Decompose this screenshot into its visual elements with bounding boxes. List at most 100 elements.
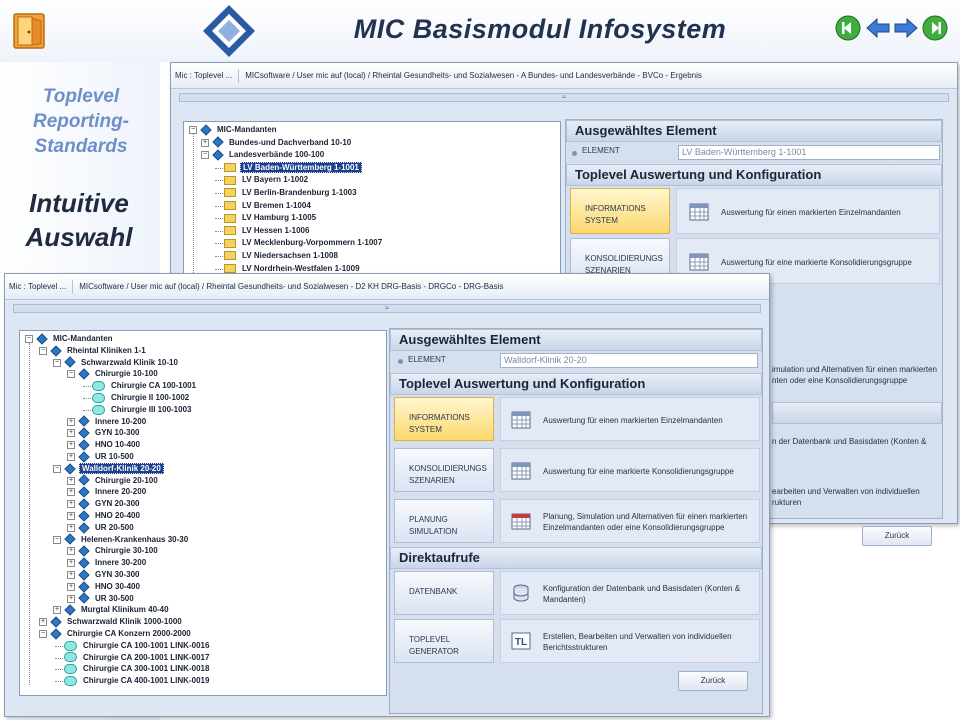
- tree-item[interactable]: LV Baden-Württemberg 1-1001: [224, 161, 362, 174]
- element-field[interactable]: LV Baden-Württemberg 1-1001: [678, 145, 940, 160]
- sidebar-subtitle: Toplevel Reporting-Standards: [32, 86, 130, 157]
- exit-door-icon[interactable]: [12, 12, 46, 50]
- expand-icon[interactable]: +: [67, 453, 75, 461]
- tree-item[interactable]: HNO 20-400: [78, 510, 142, 522]
- collapse-icon[interactable]: −: [39, 630, 47, 638]
- tree-item[interactable]: Murgtal Klinikum 40-40: [64, 604, 171, 616]
- expand-icon[interactable]: +: [53, 606, 61, 615]
- expand-icon[interactable]: +: [67, 512, 75, 520]
- tree-item[interactable]: Innere 20-200: [78, 486, 148, 498]
- window-tab-label[interactable]: Mic : Toplevel ...: [175, 71, 232, 80]
- tree-item[interactable]: Chirurgie II 100-1002: [92, 392, 191, 404]
- tree-item[interactable]: Chirurgie CA Konzern 2000-2000: [50, 628, 193, 640]
- tree-item[interactable]: Chirurgie CA 400-1001 LINK-0019: [64, 675, 211, 687]
- expand-icon[interactable]: +: [67, 429, 75, 438]
- expand-icon[interactable]: +: [67, 417, 75, 426]
- zurueck-button[interactable]: Zurück: [678, 671, 748, 691]
- tree-item[interactable]: Chirurgie 20-100: [78, 474, 160, 487]
- tree-item[interactable]: Innere 10-200: [78, 415, 148, 428]
- collapse-icon[interactable]: −: [53, 358, 61, 367]
- element-field[interactable]: Walldorf-Klinik 20-20: [500, 353, 758, 368]
- tree-item[interactable]: Bundes-und Dachverband 10-10: [212, 136, 353, 149]
- tree-item[interactable]: LV Hamburg 1-1005: [224, 212, 318, 224]
- tree-item[interactable]: LV Berlin-Brandenburg 1-1003: [224, 187, 359, 199]
- collapse-icon[interactable]: −: [53, 464, 61, 473]
- tree-item[interactable]: Chirurgie 30-100: [78, 545, 160, 557]
- tree-item[interactable]: HNO 10-400: [78, 439, 142, 451]
- zurueck-button[interactable]: Zurück: [862, 526, 932, 546]
- tree-item[interactable]: LV Niedersachsen 1-1008: [224, 250, 340, 262]
- tree-item[interactable]: GYN 10-300: [78, 427, 141, 439]
- folder-icon: [224, 163, 236, 173]
- expand-icon[interactable]: +: [67, 488, 75, 497]
- tree-item[interactable]: Schwarzwald Klinik 1000-1000: [50, 616, 184, 628]
- tree-item[interactable]: Chirurgie CA 200-1001 LINK-0017: [64, 652, 211, 664]
- tree-item[interactable]: Schwarzwald Klinik 10-10: [64, 356, 180, 369]
- tree-item[interactable]: UR 20-500: [78, 522, 136, 534]
- tree-item[interactable]: Chirurgie CA 300-1001 LINK-0018: [64, 663, 211, 675]
- expand-icon[interactable]: +: [67, 594, 75, 603]
- description-area: Konfiguration der Datenbank und Basisdat…: [500, 571, 760, 615]
- tree-item[interactable]: MIC-Mandanten: [36, 333, 115, 345]
- cluster-icon: [92, 404, 105, 415]
- collapse-icon[interactable]: −: [25, 335, 33, 343]
- cluster-icon: [64, 652, 77, 663]
- informations-system-button[interactable]: INFORMATIONS SYSTEM: [394, 397, 494, 441]
- diamond-icon: [78, 451, 90, 463]
- tree-item[interactable]: Rheintal Kliniken 1-1: [50, 345, 148, 357]
- tree-item[interactable]: Helenen-Krankenhaus 30-30: [64, 533, 190, 546]
- window-tab-label[interactable]: Mic : Toplevel ...: [9, 282, 66, 291]
- datenbank-button[interactable]: DATENBANK: [394, 571, 494, 615]
- collapse-icon[interactable]: −: [53, 535, 61, 544]
- tree-item[interactable]: Landesverbände 100-100: [212, 149, 326, 161]
- diamond-icon: [50, 628, 62, 640]
- expand-icon[interactable]: +: [67, 582, 75, 591]
- partial-description: rukturen: [772, 498, 802, 507]
- planung-simulation-button[interactable]: PLANUNG SIMULATION: [394, 499, 494, 543]
- expand-icon[interactable]: +: [67, 571, 75, 579]
- informations-system-button[interactable]: INFORMATIONS SYSTEM: [570, 188, 670, 234]
- tree-item[interactable]: UR 10-500: [78, 451, 136, 463]
- tree-item[interactable]: LV Bremen 1-1004: [224, 200, 313, 212]
- expand-icon[interactable]: +: [201, 138, 209, 147]
- tree-item[interactable]: UR 30-500: [78, 592, 136, 605]
- first-icon[interactable]: [835, 15, 861, 41]
- tree-item[interactable]: LV Hessen 1-1006: [224, 225, 311, 237]
- konsolidierungs-szenarien-button[interactable]: KONSOLIDIERUNGS SZENARIEN: [394, 448, 494, 492]
- tree-item[interactable]: Chirurgie CA 100-1001 LINK-0016: [64, 640, 211, 652]
- tree-panel[interactable]: − MIC-Mandanten − Rheintal Kliniken 1-1− Sch…: [19, 330, 387, 696]
- last-icon[interactable]: [922, 15, 948, 41]
- expand-icon[interactable]: +: [67, 476, 75, 485]
- expand-icon[interactable]: +: [67, 547, 75, 556]
- tree-item[interactable]: LV Mecklenburg-Vorpommern 1-1007: [224, 237, 384, 249]
- grid-icon: [511, 462, 531, 480]
- collapse-bar[interactable]: ≈: [13, 304, 761, 313]
- expand-icon[interactable]: +: [67, 441, 75, 450]
- toplevel-generator-button[interactable]: TOPLEVEL GENERATOR: [394, 619, 494, 663]
- back-icon[interactable]: [865, 15, 891, 41]
- tree-item[interactable]: Chirurgie 10-100: [78, 368, 160, 380]
- expand-icon[interactable]: +: [67, 500, 75, 509]
- tree-item[interactable]: Innere 30-200: [78, 557, 148, 569]
- cluster-icon: [92, 381, 105, 392]
- expand-icon[interactable]: +: [39, 618, 47, 627]
- tree-item[interactable]: Walldorf-Klinik 20-20: [64, 462, 164, 475]
- cluster-icon: [64, 664, 77, 675]
- collapse-icon[interactable]: −: [189, 126, 197, 134]
- tree-item-label: Innere 10-200: [95, 416, 147, 426]
- tree-item[interactable]: HNO 30-400: [78, 581, 142, 593]
- selected-element-heading: Ausgewähltes Element: [390, 329, 762, 351]
- tree-item[interactable]: GYN 30-300: [78, 569, 141, 581]
- tree-item[interactable]: MIC-Mandanten: [200, 124, 279, 136]
- collapse-icon[interactable]: −: [39, 346, 47, 355]
- tree-item[interactable]: Chirurgie III 100-1003: [92, 404, 193, 416]
- forward-icon[interactable]: [893, 15, 919, 41]
- expand-icon[interactable]: +: [67, 523, 75, 532]
- tree-item[interactable]: Chirurgie CA 100-1001: [92, 380, 198, 392]
- collapse-icon[interactable]: −: [67, 370, 75, 379]
- collapse-icon[interactable]: −: [201, 151, 209, 160]
- tree-item[interactable]: GYN 20-300: [78, 498, 141, 510]
- tree-item[interactable]: LV Bayern 1-1002: [224, 174, 310, 186]
- collapse-bar[interactable]: ≈: [179, 93, 949, 102]
- expand-icon[interactable]: +: [67, 559, 75, 568]
